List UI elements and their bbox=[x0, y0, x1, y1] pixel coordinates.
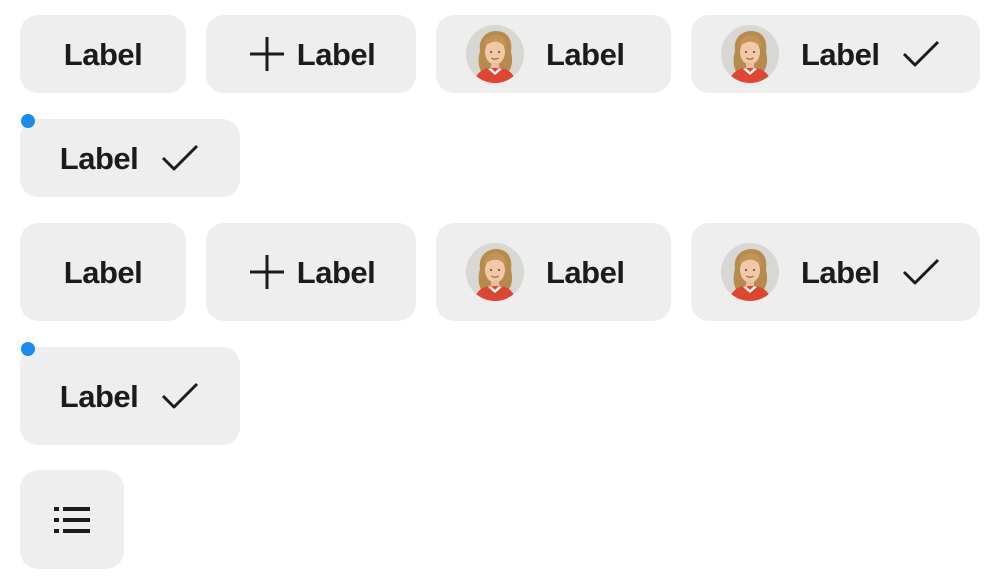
checkmark-icon bbox=[901, 257, 941, 287]
chip-label-text: Label bbox=[801, 254, 880, 290]
indicator-dot bbox=[21, 114, 35, 128]
chip-label-text: Label bbox=[546, 254, 625, 290]
plus-icon bbox=[247, 252, 287, 292]
checkmark-icon bbox=[901, 39, 941, 69]
chip-label-text: Label bbox=[801, 36, 880, 72]
chip-avatar-label[interactable]: Label bbox=[436, 15, 671, 93]
chip-avatar-label-selected[interactable]: Label bbox=[691, 223, 980, 321]
plus-icon bbox=[247, 34, 287, 74]
chip-label-text: Label bbox=[63, 254, 143, 290]
chip-label-selected[interactable]: Label bbox=[20, 119, 240, 197]
avatar bbox=[466, 243, 524, 301]
chip-label-text: Label bbox=[296, 36, 376, 72]
list-button[interactable] bbox=[20, 470, 124, 569]
chip-label[interactable]: Label bbox=[20, 15, 186, 93]
chip-label-selected[interactable]: Label bbox=[20, 347, 240, 445]
chip-label[interactable]: Label bbox=[20, 223, 186, 321]
chip-label-text: Label bbox=[59, 140, 139, 176]
checkmark-icon bbox=[160, 381, 200, 411]
chip-label-text: Label bbox=[63, 36, 143, 72]
checkmark-icon bbox=[160, 143, 200, 173]
avatar bbox=[466, 25, 524, 83]
chip-add-label[interactable]: Label bbox=[206, 223, 416, 321]
list-icon bbox=[54, 505, 90, 535]
chip-label-text: Label bbox=[59, 378, 139, 414]
avatar bbox=[721, 25, 779, 83]
indicator-dot bbox=[21, 342, 35, 356]
chip-add-label[interactable]: Label bbox=[206, 15, 416, 93]
chip-label-text: Label bbox=[546, 36, 625, 72]
chip-label-text: Label bbox=[296, 254, 376, 290]
chip-avatar-label-selected[interactable]: Label bbox=[691, 15, 980, 93]
chip-avatar-label[interactable]: Label bbox=[436, 223, 671, 321]
avatar bbox=[721, 243, 779, 301]
